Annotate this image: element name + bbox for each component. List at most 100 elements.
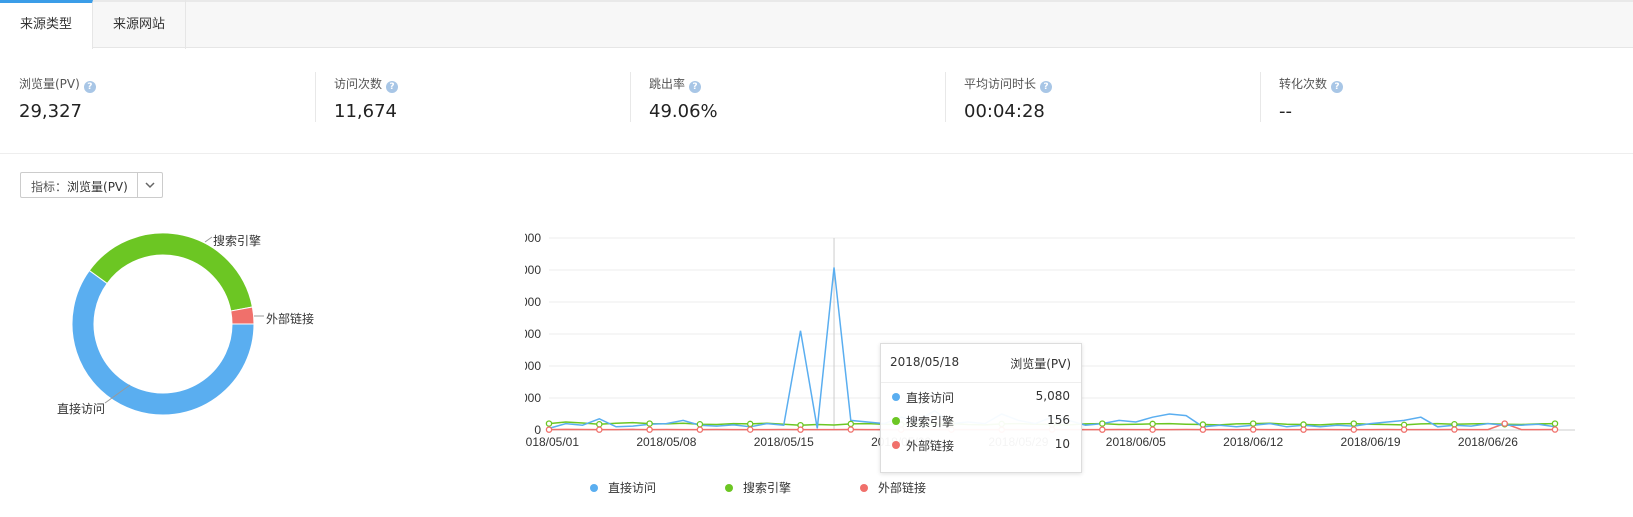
tooltip-row: 搜索引擎 156 <box>881 412 1081 432</box>
legend-label: 直接访问 <box>608 481 657 495</box>
series-point[interactable] <box>797 426 804 433</box>
donut-leader-search <box>204 236 213 243</box>
metric-value: 11,674 <box>334 101 397 122</box>
divider <box>630 72 631 122</box>
metric-label: 跳出率 <box>649 77 686 91</box>
metric-select[interactable]: 指标：浏览量(PV) <box>20 172 163 198</box>
chart-tooltip: 2018/05/18 浏览量(PV) 直接访问 5,080 搜索引擎 156 外… <box>880 343 1082 473</box>
tab-source-type[interactable]: 来源类型 <box>0 0 93 49</box>
donut-label-external: 外部链接 <box>266 312 315 326</box>
series-point[interactable] <box>1149 420 1156 428</box>
y-tick-label: 4,000 <box>525 295 541 309</box>
metrics-panel: 浏览量(PV)? 29,327 访问次数? 11,674 跳出率? 49.06%… <box>0 48 1633 154</box>
select-label: 指标： <box>31 180 68 194</box>
help-icon[interactable]: ? <box>386 81 399 93</box>
help-icon[interactable]: ? <box>1331 81 1344 93</box>
donut-svg <box>71 232 264 416</box>
series-point[interactable] <box>746 420 754 428</box>
series-point[interactable] <box>1350 426 1358 433</box>
help-icon[interactable]: ? <box>1040 81 1053 93</box>
donut-label-direct: 直接访问 <box>57 402 106 416</box>
divider <box>1260 72 1261 122</box>
tooltip-series-value: 5,080 <box>1035 389 1070 403</box>
x-tick-label: 2018/05/08 <box>636 435 696 449</box>
y-tick-label: 1,000 <box>525 391 541 405</box>
series-point[interactable] <box>1451 420 1458 428</box>
metric-value: -- <box>1279 101 1292 122</box>
tooltip-metric: 浏览量(PV) <box>1010 357 1071 371</box>
x-tick-label: 2018/05/15 <box>754 435 814 449</box>
series-point[interactable] <box>1199 426 1207 433</box>
tooltip-row: 直接访问 5,080 <box>881 388 1081 408</box>
series-point[interactable] <box>1149 426 1156 433</box>
metric-label: 访问次数 <box>334 77 383 91</box>
select-value: 浏览量(PV) <box>67 180 128 194</box>
metric-value: 29,327 <box>19 101 82 122</box>
series-dot-icon <box>892 441 900 449</box>
legend-item-search[interactable]: 搜索引擎 <box>725 479 791 496</box>
series-point[interactable] <box>746 426 754 433</box>
legend-item-external[interactable]: 外部链接 <box>860 479 926 496</box>
series-point[interactable] <box>1350 420 1358 427</box>
legend-dot-icon <box>725 484 733 492</box>
chevron-down-icon[interactable] <box>137 173 162 197</box>
series-point[interactable] <box>1551 426 1559 433</box>
help-icon[interactable]: ? <box>689 81 702 93</box>
tab-bar: 来源类型 来源网站 <box>0 0 1633 49</box>
metric-label: 浏览量(PV) <box>19 77 80 91</box>
legend-dot-icon <box>860 484 868 492</box>
series-point[interactable] <box>646 426 653 433</box>
series-point[interactable] <box>1551 420 1559 427</box>
series-point[interactable] <box>1199 421 1207 428</box>
x-tick-label: 2018/06/12 <box>1223 435 1283 449</box>
x-tick-label: 2018/06/26 <box>1458 435 1518 449</box>
series-point[interactable] <box>1099 420 1106 427</box>
tooltip-row: 外部链接 10 <box>881 436 1081 456</box>
x-tick-label: 2018/06/19 <box>1341 435 1401 449</box>
series-point[interactable] <box>847 420 855 428</box>
series-point[interactable] <box>596 426 603 433</box>
y-tick-label: 5,000 <box>525 263 541 277</box>
tooltip-series-name: 外部链接 <box>906 439 955 453</box>
series-point[interactable] <box>696 426 704 433</box>
legend-item-direct[interactable]: 直接访问 <box>590 479 656 496</box>
series-point[interactable] <box>1501 420 1508 427</box>
x-tick-label: 2018/05/01 <box>525 435 579 449</box>
series-point[interactable] <box>1249 426 1257 433</box>
series-point[interactable] <box>696 420 704 428</box>
help-icon[interactable]: ? <box>83 81 96 93</box>
tooltip-series-name: 直接访问 <box>906 391 955 405</box>
tooltip-series-value: 156 <box>1047 413 1070 427</box>
tab-source-site[interactable]: 来源网站 <box>93 0 186 49</box>
donut-chart: 搜索引擎 外部链接 直接访问 <box>0 215 460 455</box>
series-point[interactable] <box>646 420 653 427</box>
series-point[interactable] <box>545 420 553 427</box>
legend-label: 外部链接 <box>878 481 927 495</box>
series-point[interactable] <box>1249 420 1257 427</box>
tooltip-series-value: 10 <box>1054 437 1070 451</box>
series-point[interactable] <box>596 420 603 428</box>
divider <box>945 72 946 122</box>
y-tick-label: 6,000 <box>525 231 541 245</box>
metric-label: 平均访问时长 <box>964 77 1037 91</box>
series-point[interactable] <box>545 426 553 433</box>
tooltip-date: 2018/05/18 <box>890 355 960 369</box>
divider <box>315 72 316 122</box>
legend-label: 搜索引擎 <box>743 481 792 495</box>
metric-value: 00:04:28 <box>964 101 1045 122</box>
series-point[interactable] <box>1400 426 1408 433</box>
metric-value: 49.06% <box>649 101 718 122</box>
legend-dot-icon <box>590 484 598 492</box>
series-dot-icon <box>892 393 900 401</box>
series-dot-icon <box>892 417 900 425</box>
tooltip-series-name: 搜索引擎 <box>906 415 955 429</box>
series-point[interactable] <box>1300 421 1307 428</box>
series-point[interactable] <box>1300 426 1307 433</box>
metric-label: 转化次数 <box>1279 77 1328 91</box>
y-tick-label: 2,000 <box>525 359 541 373</box>
series-point[interactable] <box>1451 426 1458 433</box>
series-point[interactable] <box>1099 426 1106 433</box>
x-tick-label: 2018/06/05 <box>1106 435 1166 449</box>
donut-label-search: 搜索引擎 <box>213 234 262 248</box>
series-point[interactable] <box>847 426 855 433</box>
